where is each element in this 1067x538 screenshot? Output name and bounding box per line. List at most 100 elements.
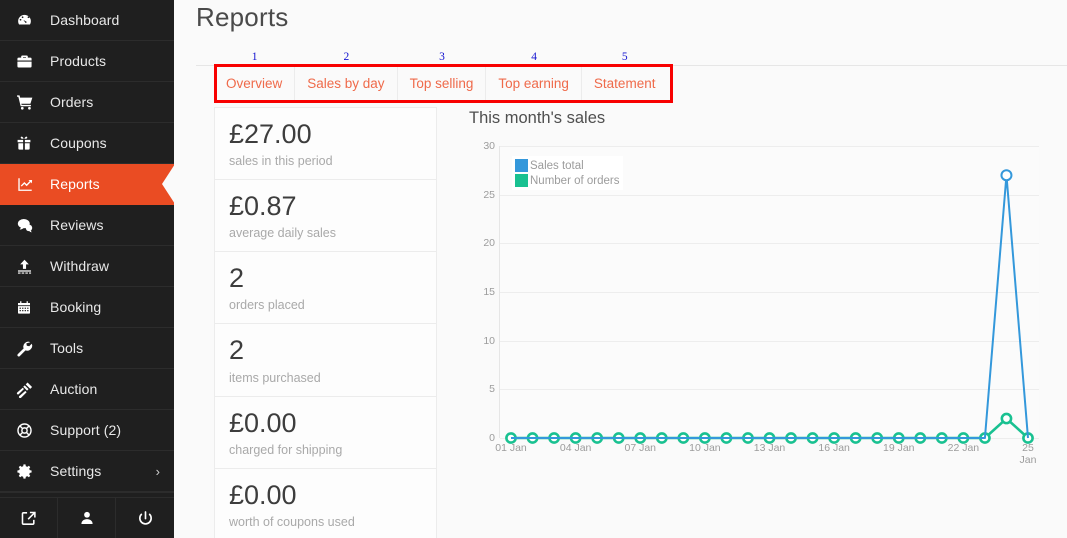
legend-item[interactable]: Sales total bbox=[515, 159, 619, 172]
report-tabs: Overview Sales by day Top selling Top earni… bbox=[214, 65, 667, 102]
y-axis-tick-label: 30 bbox=[483, 140, 495, 152]
sidebar-footer bbox=[0, 497, 174, 538]
stat-caption: sales in this period bbox=[229, 154, 333, 169]
gear-icon bbox=[16, 463, 42, 480]
tab-top-earning[interactable]: Top earning bbox=[486, 65, 582, 102]
sidebar-item-label: Reviews bbox=[50, 217, 104, 233]
legend-label: Number of orders bbox=[530, 174, 620, 187]
sidebar: Dashboard Products Orders Coupons Reports Rev… bbox=[0, 0, 175, 538]
tab-statement[interactable]: Statement bbox=[582, 65, 668, 102]
stat-card: 2 items purchased bbox=[215, 324, 436, 397]
page-title: Reports bbox=[196, 2, 289, 32]
sidebar-item-label: Reports bbox=[50, 176, 100, 192]
tab-number-1: 1 bbox=[251, 51, 258, 63]
y-axis-tick-label: 0 bbox=[489, 432, 495, 444]
stat-card: 2 orders placed bbox=[215, 252, 436, 325]
chart-legend: Sales total Number of orders bbox=[512, 156, 624, 190]
chart-title: This month's sales bbox=[469, 109, 606, 127]
stat-value: £27.00 bbox=[229, 119, 312, 149]
tab-number-4: 4 bbox=[531, 51, 538, 63]
data-point[interactable] bbox=[1000, 412, 1013, 425]
comment-icon bbox=[16, 217, 42, 234]
tab-overview[interactable]: Overview bbox=[214, 65, 296, 102]
sidebar-item-withdraw[interactable]: Withdraw bbox=[0, 246, 174, 287]
chart-plot: Sales total Number of orders 0 5 10 15 20 25 30… bbox=[483, 140, 1039, 466]
stat-value: £0.87 bbox=[229, 191, 297, 222]
sidebar-item-products[interactable]: Products bbox=[0, 41, 174, 82]
sidebar-item-label: Auction bbox=[50, 381, 98, 397]
sidebar-item-support-2[interactable]: Support (2) bbox=[0, 410, 174, 451]
main-content: Reports 1 2 3 4 5 Overview Sales by day Top se… bbox=[174, 0, 1067, 538]
chevron-right-icon: › bbox=[155, 463, 160, 479]
chart-line-icon bbox=[16, 176, 42, 193]
stat-caption: worth of coupons used bbox=[229, 514, 355, 529]
sidebar-item-label: Settings bbox=[50, 463, 102, 479]
stat-value: £0.00 bbox=[229, 407, 297, 438]
legend-swatch bbox=[515, 174, 528, 187]
tab-number-5: 5 bbox=[621, 51, 628, 63]
sidebar-item-dashboard[interactable]: Dashboard bbox=[0, 0, 174, 41]
data-point[interactable] bbox=[1000, 169, 1013, 182]
tabs-zone: 1 2 3 4 5 Overview Sales by day Top selling Top… bbox=[196, 51, 1067, 105]
stat-card: £0.00 worth of coupons used bbox=[215, 469, 436, 538]
sidebar-item-orders[interactable]: Orders bbox=[0, 82, 174, 123]
series-line-sales-total bbox=[511, 174, 1029, 439]
legend-item[interactable]: Number of orders bbox=[515, 174, 619, 187]
stat-caption: orders placed bbox=[229, 298, 305, 313]
stat-card: £0.00 charged for shipping bbox=[215, 397, 436, 469]
stat-value: £0.00 bbox=[229, 479, 297, 510]
sidebar-item-label: Withdraw bbox=[50, 258, 110, 274]
sidebar-item-tools[interactable]: Tools bbox=[0, 328, 174, 369]
cart-icon bbox=[16, 93, 42, 111]
stat-value: 2 bbox=[229, 335, 245, 366]
summary-stats-panel: £27.00 sales in this period £0.87 average d… bbox=[214, 107, 437, 538]
sidebar-item-reports[interactable]: Reports bbox=[0, 164, 175, 205]
sidebar-item-label: Products bbox=[50, 53, 107, 69]
sidebar-item-coupons[interactable]: Coupons bbox=[0, 123, 174, 164]
y-axis-tick-label: 5 bbox=[489, 383, 495, 396]
briefcase-icon bbox=[16, 53, 42, 70]
stat-value: 2 bbox=[229, 263, 245, 294]
sidebar-item-booking[interactable]: Booking bbox=[0, 287, 174, 328]
stat-caption: items purchased bbox=[229, 370, 321, 385]
gavel-icon bbox=[16, 381, 42, 398]
wrench-icon bbox=[16, 340, 42, 357]
chart-panel: This month's sales Sales total Number of … bbox=[469, 107, 1067, 538]
sidebar-item-settings[interactable]: Settings › bbox=[0, 451, 174, 492]
gift-icon bbox=[16, 135, 42, 152]
y-axis-tick-label: 15 bbox=[483, 286, 495, 298]
sidebar-nav-list: Dashboard Products Orders Coupons Reports Rev… bbox=[0, 0, 175, 492]
tab-top-selling[interactable]: Top selling bbox=[398, 65, 487, 102]
lifebuoy-icon bbox=[16, 422, 42, 439]
tab-sales-by-day[interactable]: Sales by day bbox=[295, 65, 398, 102]
stat-caption: charged for shipping bbox=[229, 442, 343, 457]
external-link-icon[interactable] bbox=[0, 498, 58, 538]
calendar-icon bbox=[16, 299, 42, 316]
upload-icon bbox=[16, 258, 42, 275]
legend-label: Sales total bbox=[530, 159, 584, 172]
user-icon[interactable] bbox=[58, 498, 116, 538]
sidebar-item-label: Booking bbox=[50, 299, 102, 315]
stat-caption: average daily sales bbox=[229, 226, 337, 241]
sidebar-item-label: Dashboard bbox=[50, 12, 120, 28]
sidebar-item-reviews[interactable]: Reviews bbox=[0, 205, 174, 246]
chart-area: Sales total Number of orders 0 5 10 15 20 25 30… bbox=[469, 140, 1055, 486]
x-axis-tick-label: 25 Jan bbox=[1019, 442, 1037, 467]
app-root: Dashboard Products Orders Coupons Reports Rev… bbox=[0, 0, 1067, 538]
stat-card: £27.00 sales in this period bbox=[215, 108, 436, 181]
sidebar-item-label: Tools bbox=[50, 340, 84, 356]
sidebar-item-auction[interactable]: Auction bbox=[0, 369, 174, 410]
tab-number-2: 2 bbox=[343, 51, 350, 63]
y-axis-tick-label: 20 bbox=[483, 237, 495, 250]
dashboard-icon bbox=[16, 12, 42, 29]
content-row: £27.00 sales in this period £0.87 average d… bbox=[196, 107, 1067, 538]
sidebar-item-label: Support (2) bbox=[50, 422, 122, 438]
tab-number-3: 3 bbox=[439, 51, 445, 63]
y-axis-tick-label: 10 bbox=[483, 334, 495, 347]
stat-card: £0.87 average daily sales bbox=[215, 180, 436, 253]
legend-swatch bbox=[515, 159, 528, 172]
power-icon[interactable] bbox=[116, 498, 174, 538]
sidebar-item-label: Orders bbox=[50, 94, 94, 110]
sidebar-item-label: Coupons bbox=[50, 135, 107, 151]
y-axis-tick-label: 25 bbox=[483, 188, 495, 201]
